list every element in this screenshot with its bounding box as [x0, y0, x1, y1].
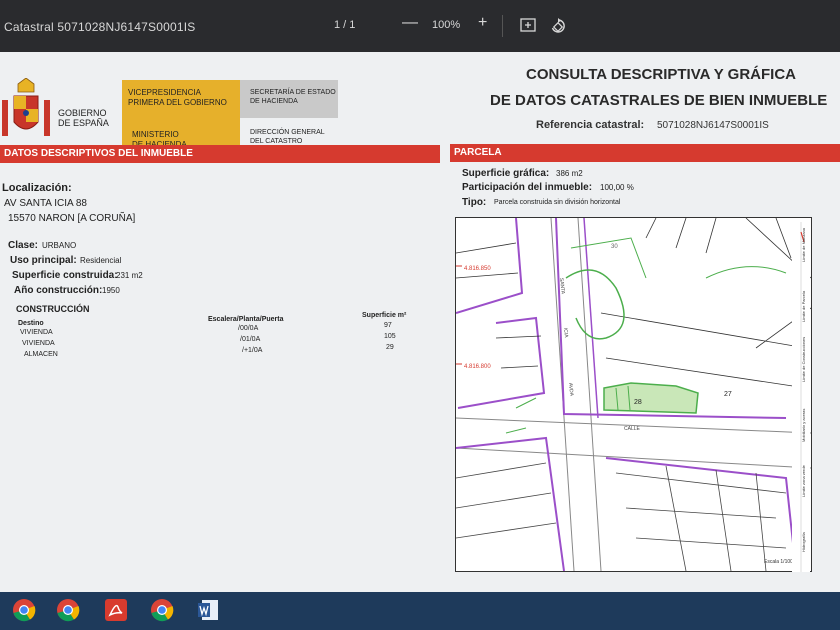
zoom-out-button[interactable]: —	[402, 14, 418, 32]
construccion-heading: CONSTRUCCIÓN	[16, 304, 90, 314]
row-2-destino: VIVIENDA	[22, 340, 55, 347]
acrobat-icon[interactable]	[104, 598, 128, 622]
document-title: Catastral 5071028NJ6147S0001IS	[4, 20, 196, 34]
localizacion-label: Localización:	[2, 182, 72, 194]
direccion-line-1: DIRECCIÓN GENERAL	[250, 129, 325, 136]
tipo-label: Tipo:	[462, 197, 487, 208]
row-3-sup: 29	[386, 344, 394, 351]
direccion-line-2: DEL CATASTRO	[250, 138, 303, 145]
chrome-icon[interactable]	[12, 598, 36, 622]
address-line-2: 15570 NARON [A CORUÑA]	[8, 213, 136, 224]
ref-value: 5071028NJ6147S0001IS	[657, 120, 769, 131]
row-2-ubic: /01/0A	[240, 336, 261, 343]
row-2-sup: 105	[384, 333, 396, 340]
col-escalera: Escalera/Planta/Puerta	[208, 316, 284, 323]
parcela-heading: PARCELA	[450, 144, 840, 162]
legend-item-3: Límite de Construcciones	[801, 337, 806, 382]
legend-item-2: Límite de Parcela	[801, 290, 806, 322]
row-1-destino: VIVIENDA	[20, 329, 53, 336]
map-parcel-3: 30	[611, 244, 618, 250]
pdf-toolbar: Catastral 5071028NJ6147S0001IS 1 / 1 — 1…	[0, 0, 840, 52]
address-line-1: AV SANTA ICIA 88	[4, 198, 87, 209]
document-page: GOBIERNO DE ESPAÑA VICEPRESIDENCIA PRIME…	[0, 52, 840, 592]
participacion-value: 100,00 %	[600, 183, 634, 192]
sup-grafica-label: Superficie gráfica:	[462, 168, 550, 179]
superficie-value: 231 m2	[116, 271, 143, 280]
doc-title-line-1: CONSULTA DESCRIPTIVA Y GRÁFICA	[526, 66, 797, 83]
map-legend: Límite de Manzana Límite de Parcela Lími…	[792, 222, 810, 572]
row-1-ubic: /00/0A	[238, 325, 259, 332]
clase-value: URBANO	[42, 241, 77, 250]
map-coord-1: 4.816.850	[464, 266, 491, 272]
page-indicator[interactable]: 1 / 1	[334, 19, 355, 31]
map-street-2: ICIA	[562, 328, 569, 339]
vice-line-1: VICEPRESIDENCIA	[128, 88, 201, 97]
taskbar	[0, 592, 840, 630]
secretaria-line-2: DE HACIENDA	[250, 98, 298, 105]
espana-label: DE ESPAÑA	[58, 118, 109, 128]
secretaria-text: SECRETARÍA DE ESTADO DE HACIENDA	[250, 88, 336, 106]
legend-item-6: Hidrografía	[801, 531, 806, 552]
clase-label: Clase:	[8, 240, 39, 251]
superficie-label: Superficie construida:	[12, 270, 118, 281]
secretaria-line-1: SECRETARÍA DE ESTADO	[250, 89, 336, 96]
anio-value: 1950	[102, 286, 120, 295]
toolbar-divider	[502, 15, 503, 37]
doc-title-line-2: DE DATOS CATASTRALES DE BIEN INMUEBLE	[490, 92, 828, 109]
coat-of-arms-icon	[2, 78, 50, 136]
row-1-sup: 97	[384, 322, 392, 329]
word-icon[interactable]	[196, 598, 220, 622]
legend-item-4: Mobiliario y aceras	[801, 409, 806, 442]
col-superficie: Superficie m²	[362, 312, 407, 319]
uso-value: Residencial	[80, 256, 122, 265]
map-drawing: 4.816.850 4.816.800 SANTA ICIA AVDA CALL…	[456, 218, 811, 571]
zoom-in-button[interactable]: +	[478, 14, 487, 32]
rotate-icon[interactable]	[550, 18, 566, 34]
map-street-4: CALLE	[624, 426, 641, 432]
anio-label: Año construcción:	[14, 285, 103, 296]
gobierno-label: GOBIERNO	[58, 108, 107, 118]
ministerio-line-1: MINISTERIO	[132, 130, 179, 139]
cadastral-map[interactable]: 4.816.850 4.816.800 SANTA ICIA AVDA CALL…	[455, 217, 812, 572]
sup-grafica-value: 386 m2	[556, 169, 583, 178]
zoom-level[interactable]: 100%	[432, 19, 460, 31]
map-parcel-main: 28	[634, 399, 642, 406]
datos-descriptivos-heading: DATOS DESCRIPTIVOS DEL INMUEBLE	[0, 145, 440, 163]
legend-item-1: Límite de Manzana	[801, 227, 806, 262]
ref-label: Referencia catastral:	[536, 119, 645, 131]
col-destino: Destino	[18, 320, 44, 327]
vice-line-2: PRIMERA DEL GOBIERNO	[128, 98, 227, 107]
map-coord-2: 4.816.800	[464, 364, 491, 370]
uso-label: Uso principal:	[10, 255, 77, 266]
tipo-value: Parcela construida sin división horizont…	[494, 199, 621, 206]
row-3-ubic: /+1/0A	[242, 347, 263, 354]
fit-page-icon[interactable]	[520, 18, 536, 32]
map-parcel-2: 27	[724, 391, 732, 398]
chrome-icon[interactable]	[56, 598, 80, 622]
participacion-label: Participación del inmueble:	[462, 182, 593, 193]
chrome-icon[interactable]	[150, 598, 174, 622]
direccion-text: DIRECCIÓN GENERAL DEL CATASTRO	[250, 128, 325, 146]
gobierno-text: GOBIERNO DE ESPAÑA	[58, 108, 109, 128]
legend-item-5: Límite zona verde	[801, 464, 806, 497]
gobierno-logo: GOBIERNO DE ESPAÑA VICEPRESIDENCIA PRIME…	[0, 66, 340, 156]
row-3-destino: ALMACEN	[24, 351, 58, 358]
map-street-3: AVDA	[567, 383, 574, 397]
vicepresidencia-text: VICEPRESIDENCIA PRIMERA DEL GOBIERNO	[128, 88, 227, 108]
